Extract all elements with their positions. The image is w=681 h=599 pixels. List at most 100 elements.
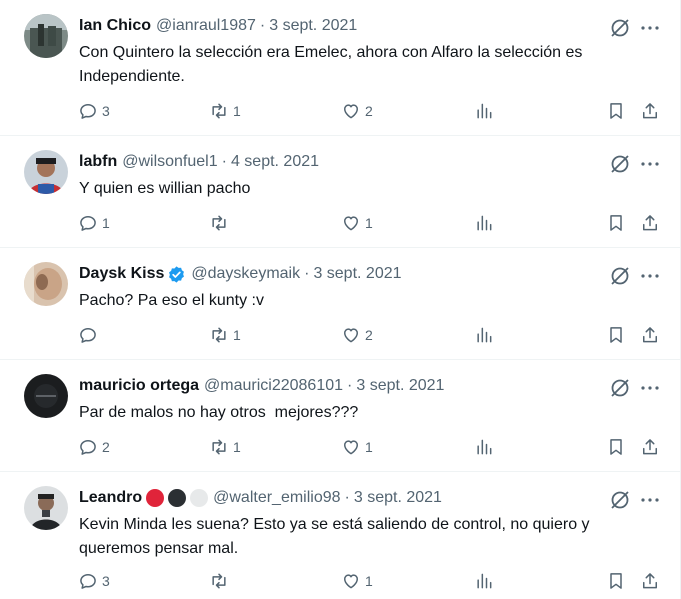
bookmark-button[interactable] [606,211,626,235]
retweet-button[interactable] [209,211,233,235]
author-name[interactable]: labfn [79,152,117,172]
red-circle-emoji [146,489,165,507]
share-button[interactable] [640,211,660,235]
reply-icon [80,440,96,455]
retweet-count: 1 [233,439,241,455]
avatar[interactable] [24,486,68,530]
share-button[interactable] [640,323,660,347]
retweet-button[interactable] [209,569,233,593]
like-button[interactable]: 1 [341,435,373,459]
grok-icon[interactable] [608,264,632,288]
share-button[interactable] [640,569,660,593]
like-button[interactable]: 1 [341,569,373,593]
author-handle[interactable]: @maurici22086101 [204,376,343,396]
more-icon[interactable] [638,376,662,400]
more-icon[interactable] [638,488,662,512]
bookmark-icon [610,439,622,455]
like-count: 1 [365,573,373,589]
verified-badge-icon [167,265,186,284]
tweet[interactable]: labfn @wilsonfuel1 · 4 sept. 2021 Y quie… [0,136,680,248]
share-icon [643,327,657,343]
reply-button[interactable]: 3 [78,99,110,123]
action-bar: 3 1 2 [0,99,680,123]
views-icon [477,103,492,119]
bookmark-icon [610,327,622,343]
avatar[interactable] [24,374,68,418]
retweet-icon [212,215,226,231]
retweet-icon [212,573,226,589]
like-button[interactable]: 2 [341,323,373,347]
author-handle[interactable]: @dayskeymaik [191,264,300,284]
like-button[interactable]: 1 [341,211,373,235]
author-name[interactable]: Ian Chico [79,16,151,36]
like-button[interactable]: 2 [341,99,373,123]
replies-feed: Ian Chico @ianraul1987 · 3 sept. 2021 Co… [0,0,681,599]
heart-icon [344,328,358,343]
tweet-date[interactable]: 3 sept. 2021 [269,16,357,36]
bookmark-icon [610,573,622,589]
author-name[interactable]: Daysk Kiss [79,264,164,284]
author-name[interactable]: Leandro [79,488,142,508]
bookmark-icon [610,215,622,231]
black-circle-emoji [168,489,187,507]
reply-button[interactable]: 3 [78,569,110,593]
action-bar: 1 1 [0,211,680,235]
bookmark-button[interactable] [606,99,626,123]
more-icon[interactable] [638,264,662,288]
grok-icon[interactable] [608,16,632,40]
avatar[interactable] [24,14,68,58]
author-handle[interactable]: @walter_emilio98 [213,488,340,508]
retweet-button[interactable]: 1 [209,99,241,123]
heart-icon [344,104,358,119]
share-icon [643,215,657,231]
reply-icon [80,328,96,343]
separator-dot: · [304,265,310,282]
bookmark-button[interactable] [606,435,626,459]
tweet-text: Pacho? Pa eso el kunty :v [79,292,264,309]
author-handle[interactable]: @ianraul1987 [156,16,256,36]
reply-button[interactable]: 1 [78,211,110,235]
share-button[interactable] [640,435,660,459]
author-name[interactable]: mauricio ortega [79,376,199,396]
avatar[interactable] [24,150,68,194]
tweet[interactable]: Leandro @walter_emilio98 · 3 sept. 2021 … [0,472,680,599]
views-button[interactable] [474,99,494,123]
views-button[interactable] [474,569,494,593]
tweet-date[interactable]: 3 sept. 2021 [356,376,444,396]
separator-dot: · [344,489,350,506]
like-count: 1 [365,439,373,455]
reply-icon [80,104,96,119]
tweet-date[interactable]: 4 sept. 2021 [231,152,319,172]
heart-icon [344,216,358,231]
views-button[interactable] [474,211,494,235]
tweet-date[interactable]: 3 sept. 2021 [354,488,442,508]
tweet-date[interactable]: 3 sept. 2021 [313,264,401,284]
grok-icon[interactable] [608,152,632,176]
more-icon[interactable] [638,16,662,40]
views-button[interactable] [474,323,494,347]
reply-button[interactable]: 2 [78,435,110,459]
reply-count: 2 [102,439,110,455]
share-button[interactable] [640,99,660,123]
retweet-button[interactable]: 1 [209,323,241,347]
views-button[interactable] [474,435,494,459]
grok-icon[interactable] [608,488,632,512]
tweet-text: Kevin Minda les suena? Esto ya se está s… [79,516,590,557]
more-icon[interactable] [638,152,662,176]
bookmark-button[interactable] [606,569,626,593]
avatar[interactable] [24,262,68,306]
retweet-button[interactable]: 1 [209,435,241,459]
heart-icon [344,574,358,589]
retweet-count: 1 [233,103,241,119]
retweet-icon [212,439,226,455]
views-icon [477,439,492,455]
bookmark-button[interactable] [606,323,626,347]
tweet[interactable]: Ian Chico @ianraul1987 · 3 sept. 2021 Co… [0,0,680,136]
tweet[interactable]: mauricio ortega @maurici22086101 · 3 sep… [0,360,680,472]
share-icon [643,573,657,589]
tweet[interactable]: Daysk Kiss @dayskeymaik · 3 sept. 2021 P… [0,248,680,360]
heart-icon [344,440,358,455]
reply-button[interactable] [78,323,102,347]
grok-icon[interactable] [608,376,632,400]
author-handle[interactable]: @wilsonfuel1 [122,152,217,172]
